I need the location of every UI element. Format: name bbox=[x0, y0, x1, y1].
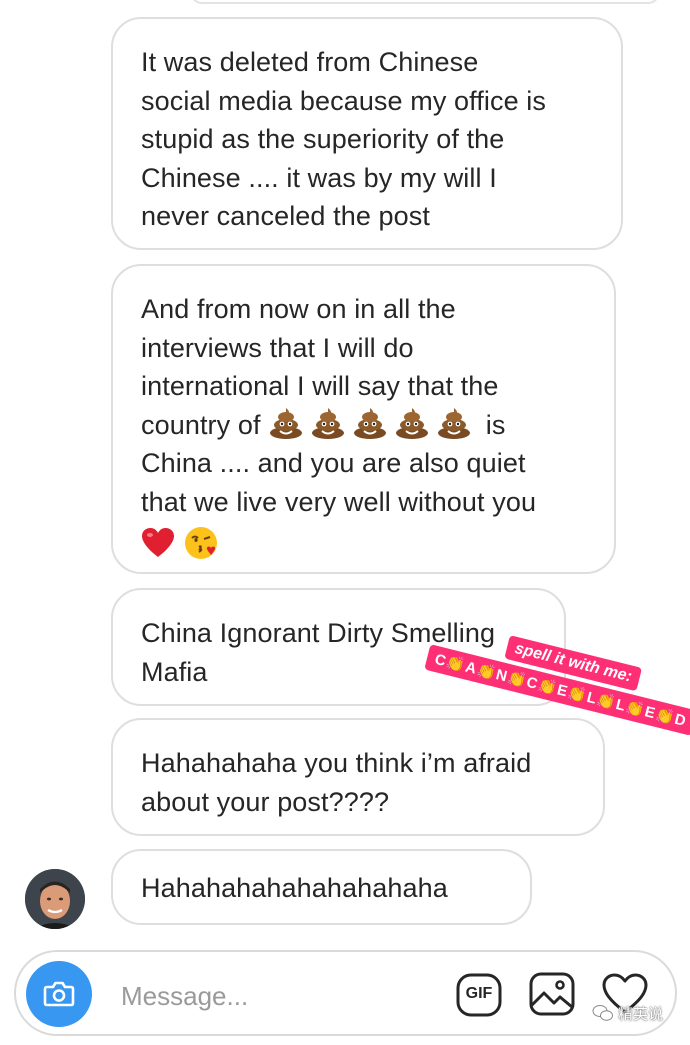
poop-emoji-icon bbox=[354, 407, 387, 439]
wechat-icon bbox=[592, 1005, 613, 1021]
camera-icon bbox=[43, 981, 75, 1007]
message-text: It was deleted from Chinese social media… bbox=[141, 47, 546, 231]
gallery-button[interactable] bbox=[528, 971, 576, 1017]
gallery-icon bbox=[529, 972, 575, 1016]
previous-message-bubble bbox=[190, 0, 660, 4]
red-heart-icon bbox=[142, 528, 174, 557]
message-bubble-2[interactable]: And from now on in all the interviews th… bbox=[111, 264, 616, 574]
gif-button[interactable]: GIF bbox=[456, 972, 502, 1018]
kissing-face-icon bbox=[185, 527, 217, 559]
emoji-row bbox=[141, 525, 586, 564]
message-composer: GIF bbox=[14, 950, 677, 1036]
message-text: Hahahahaha you think i’m afraid about yo… bbox=[141, 748, 532, 817]
poop-emoji-icon bbox=[438, 407, 471, 439]
message-input[interactable] bbox=[119, 977, 383, 1015]
watermark-text: 精英说 bbox=[618, 1005, 664, 1023]
avatar[interactable] bbox=[25, 869, 85, 929]
poop-emoji-icon bbox=[270, 407, 303, 439]
gif-label: GIF bbox=[465, 985, 493, 1002]
message-text: Hahahahahahahahahaha bbox=[141, 873, 448, 903]
camera-button[interactable] bbox=[26, 961, 92, 1027]
watermark: 精英说 bbox=[592, 1000, 663, 1026]
poop-emoji-icon bbox=[396, 407, 429, 439]
message-bubble-4[interactable]: Hahahahaha you think i’m afraid about yo… bbox=[111, 718, 605, 836]
message-bubble-5[interactable]: Hahahahahahahahahaha bbox=[111, 849, 532, 925]
poop-emoji-run bbox=[268, 407, 478, 440]
message-bubble-1[interactable]: It was deleted from Chinese social media… bbox=[111, 17, 623, 250]
poop-emoji-icon bbox=[312, 407, 345, 439]
avatar-photo bbox=[25, 869, 85, 929]
